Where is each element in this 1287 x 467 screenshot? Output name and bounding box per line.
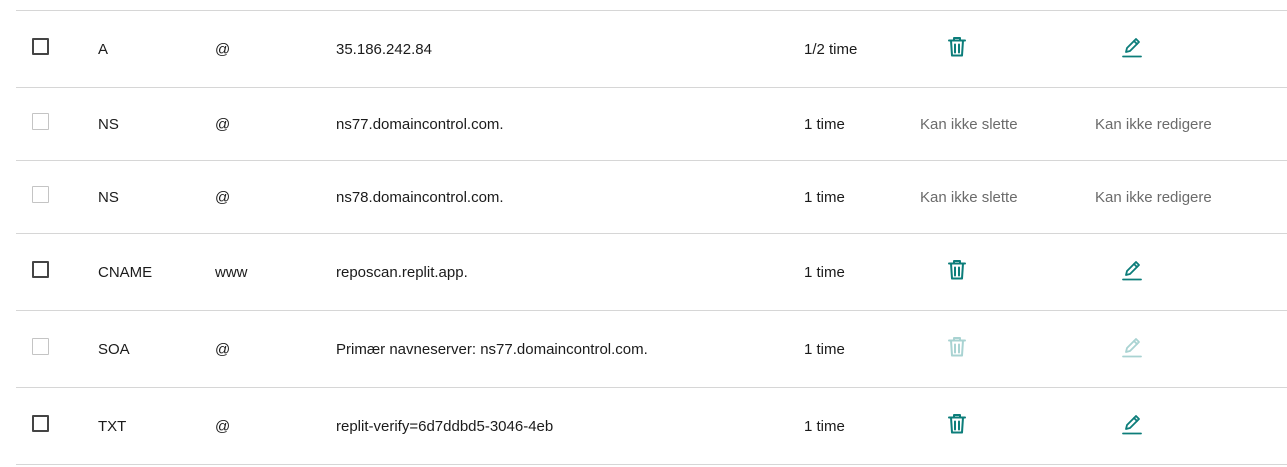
record-data: replit-verify=6d7ddbd5-3046-4eb xyxy=(336,417,554,435)
dns-records-table: A @ 35.186.242.84 1/2 time NS @ ns77.dom… xyxy=(0,0,1287,467)
row-checkbox[interactable] xyxy=(32,260,49,278)
pencil-icon xyxy=(1122,38,1142,58)
record-ttl: 1 time xyxy=(804,188,845,206)
record-name: @ xyxy=(215,40,231,58)
table-row: TXT @ replit-verify=6d7ddbd5-3046-4eb 1 … xyxy=(16,388,1287,465)
record-data: 35.186.242.84 xyxy=(336,40,432,58)
record-name: @ xyxy=(215,115,231,133)
record-type: TXT xyxy=(98,417,127,435)
trash-icon xyxy=(948,337,966,357)
pencil-icon xyxy=(1122,415,1142,435)
record-type: SOA xyxy=(98,340,130,358)
edit-button[interactable] xyxy=(1119,411,1145,437)
record-type: CNAME xyxy=(98,263,153,281)
record-type: NS xyxy=(98,188,119,206)
table-row: SOA @ Primær navneserver: ns77.domaincon… xyxy=(16,311,1287,388)
record-ttl: 1 time xyxy=(804,340,845,358)
record-name: @ xyxy=(215,340,231,358)
cannot-edit-label: Kan ikke redigere xyxy=(1095,188,1212,206)
record-ttl: 1 time xyxy=(804,417,845,435)
delete-button-disabled xyxy=(944,334,970,360)
record-ttl: 1 time xyxy=(804,263,845,281)
trash-icon xyxy=(948,414,966,434)
table-row: NS @ ns77.domaincontrol.com. 1 time Kan … xyxy=(16,88,1287,161)
record-data: ns77.domaincontrol.com. xyxy=(336,115,504,133)
delete-button[interactable] xyxy=(944,34,970,60)
table-row: CNAME www reposcan.replit.app. 1 time xyxy=(16,234,1287,311)
row-checkbox xyxy=(32,112,49,130)
record-name: www xyxy=(215,263,248,281)
trash-icon xyxy=(948,260,966,280)
edit-button[interactable] xyxy=(1119,34,1145,60)
edit-button-disabled xyxy=(1119,334,1145,360)
row-checkbox[interactable] xyxy=(32,414,49,432)
trash-icon xyxy=(948,37,966,57)
row-checkbox xyxy=(32,185,49,203)
record-type: A xyxy=(98,40,109,58)
record-data: ns78.domaincontrol.com. xyxy=(336,188,504,206)
pencil-icon xyxy=(1122,261,1142,281)
record-type: NS xyxy=(98,115,119,133)
cannot-delete-label: Kan ikke slette xyxy=(920,115,1018,133)
cannot-edit-label: Kan ikke redigere xyxy=(1095,115,1212,133)
delete-button[interactable] xyxy=(944,257,970,283)
pencil-icon xyxy=(1122,338,1142,358)
record-name: @ xyxy=(215,188,231,206)
row-checkbox[interactable] xyxy=(32,37,49,55)
delete-button[interactable] xyxy=(944,411,970,437)
row-checkbox xyxy=(32,337,49,355)
cannot-delete-label: Kan ikke slette xyxy=(920,188,1018,206)
table-row: A @ 35.186.242.84 1/2 time xyxy=(16,11,1287,88)
record-ttl: 1/2 time xyxy=(804,40,858,58)
record-data: Primær navneserver: ns77.domaincontrol.c… xyxy=(336,340,648,358)
record-data: reposcan.replit.app. xyxy=(336,263,468,281)
record-name: @ xyxy=(215,417,231,435)
edit-button[interactable] xyxy=(1119,257,1145,283)
table-row: NS @ ns78.domaincontrol.com. 1 time Kan … xyxy=(16,161,1287,234)
record-ttl: 1 time xyxy=(804,115,845,133)
